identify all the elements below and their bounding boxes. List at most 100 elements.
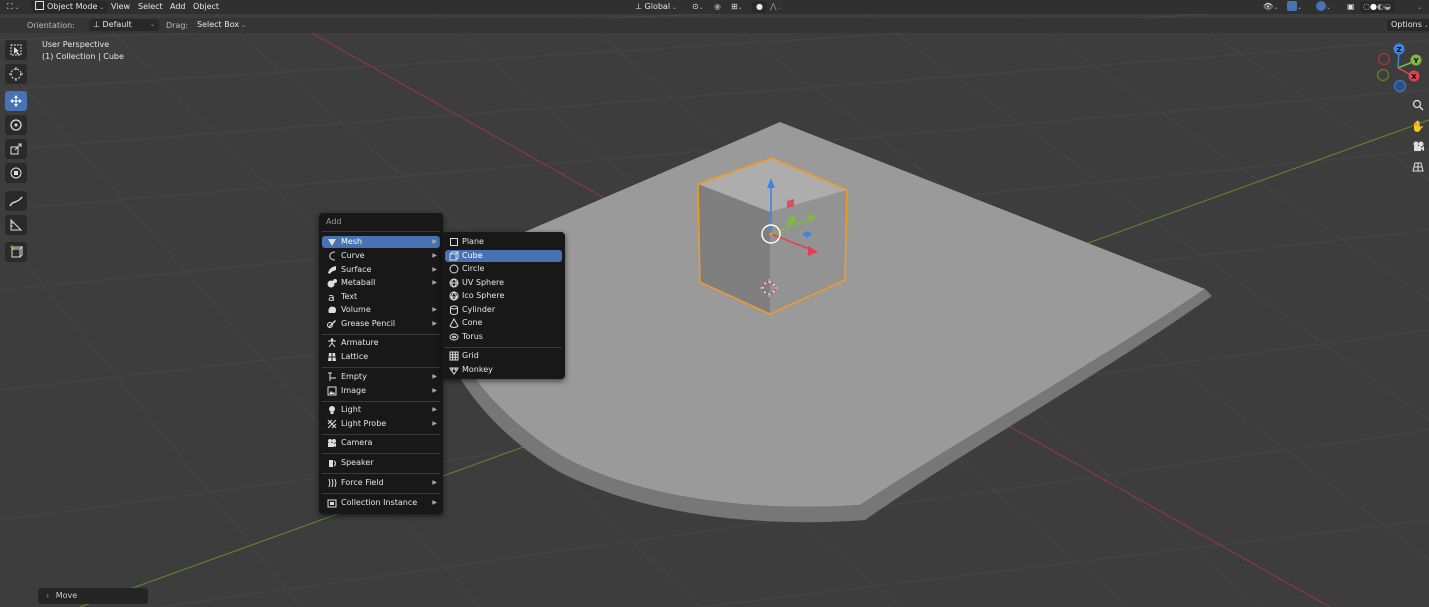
add-menu-item-label: Speaker <box>341 458 374 467</box>
add-menu-item-label: Text <box>341 292 358 301</box>
add-menu-item-force-field[interactable]: Force Field ▶ <box>322 477 440 489</box>
submenu-arrow-icon: ▶ <box>432 406 437 413</box>
mesh-menu-item-cylinder[interactable]: Cylinder <box>445 304 562 316</box>
mesh-menu-item-cone[interactable]: Cone <box>445 317 562 329</box>
add-menu-item-grease-pencil[interactable]: Grease Pencil ▶ <box>322 318 440 330</box>
add-menu-item-collection-instance[interactable]: Collection Instance ▶ <box>322 497 440 509</box>
3d-viewport[interactable] <box>0 0 1429 607</box>
add-menu-item-armature[interactable]: Armature <box>322 337 440 349</box>
camera-view-button[interactable] <box>1410 138 1426 154</box>
solid-shading-icon[interactable]: ● <box>1370 2 1377 11</box>
perspective-toggle-button[interactable] <box>1410 159 1426 175</box>
xray-toggle[interactable]: ▣ <box>1343 1 1359 13</box>
add-menu-item-lattice[interactable]: Lattice <box>322 351 440 363</box>
add-menu-item-mesh[interactable]: Mesh ▶ <box>322 236 440 248</box>
tool-annotate[interactable] <box>5 191 27 211</box>
transform-orientation-dropdown[interactable]: ⊥ Global ⌄ <box>631 1 681 13</box>
add-menu-item-surface[interactable]: Surface ▶ <box>322 264 440 276</box>
menu-view[interactable]: View <box>111 1 130 13</box>
snap-toggle[interactable]: ◉ <box>710 1 725 13</box>
pan-button[interactable]: ✋ <box>1410 118 1426 134</box>
metaball-icon <box>327 279 337 288</box>
tool-move[interactable] <box>5 91 27 111</box>
nav-neg-y[interactable] <box>1376 68 1390 82</box>
mesh-menu-item-ico-sphere[interactable]: Ico Sphere <box>445 290 562 302</box>
mesh-menu-item-uv-sphere[interactable]: UV Sphere <box>445 277 562 289</box>
submenu-arrow-icon: ▶ <box>432 373 437 380</box>
add-menu-item-curve[interactable]: Curve ▶ <box>322 250 440 262</box>
menu-add[interactable]: Add <box>170 1 186 13</box>
rendered-shading-icon[interactable]: ◒ <box>1384 2 1391 11</box>
options-dropdown[interactable]: Options ⌄ <box>1387 19 1429 31</box>
last-operator-panel[interactable]: › Move <box>38 588 148 604</box>
gizmo-toggle[interactable]: ⌄ <box>1283 1 1306 13</box>
grid-icon <box>449 351 459 361</box>
cone-icon <box>449 318 459 328</box>
visibility-dropdown[interactable]: 👁⌄ <box>1259 1 1282 13</box>
add-menu-item-metaball[interactable]: Metaball ▶ <box>322 277 440 289</box>
mesh-menu-item-plane[interactable]: Plane <box>445 236 562 248</box>
scale-icon <box>10 143 22 155</box>
nav-neg-x[interactable] <box>1377 52 1391 66</box>
uv-sphere-icon <box>449 278 459 288</box>
tool-add-cube[interactable] <box>5 242 27 262</box>
proportional-falloff-dropdown[interactable]: ⋀⌄ <box>766 1 786 13</box>
add-menu-item-speaker[interactable]: Speaker <box>322 457 440 469</box>
mode-selector[interactable]: Object Mode ⌄ <box>31 1 109 13</box>
mesh-menu-item-cube[interactable]: Cube <box>445 250 562 262</box>
add-menu: Add Mesh ▶ Curve ▶ Surface ▶ Metaball ▶ a Text Vol… <box>319 213 443 514</box>
navigation-gizmo[interactable]: Z Y X <box>1370 40 1426 96</box>
light-icon <box>329 406 335 414</box>
add-menu-item-image[interactable]: Image ▶ <box>322 385 440 397</box>
menu-select[interactable]: Select <box>138 1 163 13</box>
add-menu-item-light-probe[interactable]: Light Probe ▶ <box>322 418 440 430</box>
submenu-arrow-icon: ▶ <box>432 499 437 506</box>
drag-dropdown[interactable]: Select Box ⌄ <box>193 19 250 31</box>
pivot-point-dropdown[interactable]: ⊙⌄ <box>688 1 708 13</box>
tool-scale[interactable] <box>5 139 27 159</box>
add-menu-item-label: Volume <box>341 305 371 314</box>
overlays-toggle[interactable]: ⌄ <box>1312 1 1335 13</box>
transform-orientation-label: Global <box>644 2 671 11</box>
add-menu-item-camera[interactable]: Camera <box>322 437 440 449</box>
submenu-arrow-icon: ▶ <box>432 238 437 245</box>
menu-object[interactable]: Object <box>193 1 219 13</box>
eye-icon: 👁 <box>1263 2 1274 11</box>
overlays-icon <box>1316 1 1326 11</box>
add-menu-item-volume[interactable]: Volume ▶ <box>322 304 440 316</box>
annotate-icon <box>9 196 23 207</box>
mesh-menu-item-circle[interactable]: Circle <box>445 263 562 275</box>
orientation-default-icon: ⊥ <box>93 20 100 29</box>
cylinder-icon <box>450 305 458 315</box>
wireframe-shading-icon[interactable]: ◌ <box>1363 2 1370 11</box>
add-menu-item-empty[interactable]: Empty ▶ <box>322 371 440 383</box>
mesh-menu-item-torus[interactable]: Torus <box>445 331 562 343</box>
add-menu-item-light[interactable]: Light ▶ <box>322 404 440 416</box>
tool-transform[interactable] <box>5 163 27 183</box>
mesh-menu-item-monkey[interactable]: Monkey <box>445 364 562 376</box>
snap-increment-icon: ⊞ <box>731 2 738 11</box>
tool-rotate[interactable] <box>5 115 27 135</box>
add-menu-item-text[interactable]: a Text <box>322 291 440 303</box>
tool-measure[interactable] <box>5 215 27 235</box>
view-name-label: User Perspective <box>42 40 110 49</box>
mesh-menu-item-grid[interactable]: Grid <box>445 350 562 362</box>
material-shading-icon[interactable]: ◐ <box>1377 2 1384 11</box>
zoom-button[interactable] <box>1410 97 1426 113</box>
orientation-dropdown[interactable]: ⊥ Default ⌄ <box>89 19 159 31</box>
editor-type-button[interactable]: ⛶ ⌄ <box>3 1 24 13</box>
tool-select-box[interactable] <box>5 40 27 60</box>
snap-target-dropdown[interactable]: ⊞⌄ <box>727 1 747 13</box>
mesh-menu-item-label: Cylinder <box>462 305 496 314</box>
shading-modes[interactable]: ◌●◐◒ <box>1360 1 1394 13</box>
text-icon: a <box>328 292 335 302</box>
proportional-editing-toggle[interactable]: ● <box>752 1 767 13</box>
submenu-arrow-icon: ▶ <box>432 320 437 327</box>
tool-cursor[interactable] <box>5 64 27 84</box>
mode-label: Object Mode <box>47 2 98 11</box>
nav-neg-z[interactable] <box>1394 80 1406 92</box>
xray-icon: ▣ <box>1347 2 1355 11</box>
submenu-arrow-icon: ▶ <box>432 306 437 313</box>
nav-y-label: Y <box>1412 57 1419 65</box>
shading-dropdown[interactable]: ⌄ <box>1415 1 1424 13</box>
